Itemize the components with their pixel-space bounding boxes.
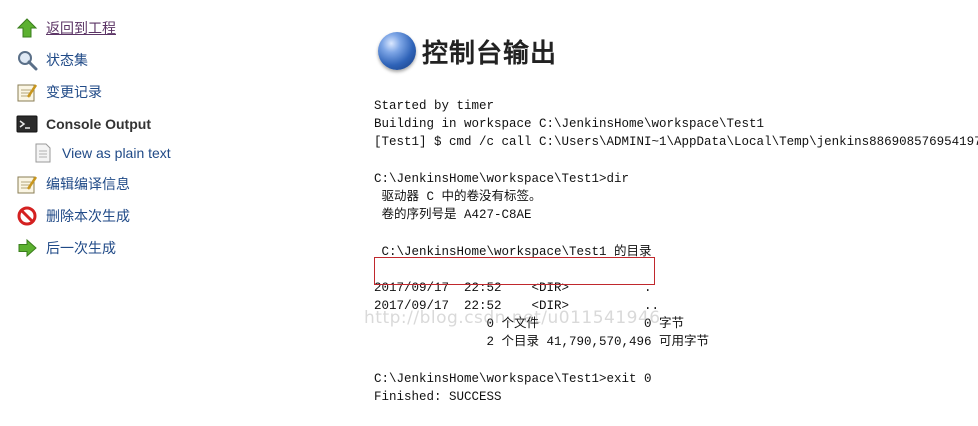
no-entry-icon [16,205,38,227]
main-panel: 控制台输出 Started by timer Building in works… [352,0,978,426]
sidebar-item-label[interactable]: 编辑编译信息 [46,174,130,194]
watermark: http://blog.csdn.net/u011541946 [364,308,661,328]
console-line: 驱动器 C 中的卷没有标签。 [374,189,542,204]
sidebar-item-label[interactable]: View as plain text [62,145,171,161]
sidebar-item-label[interactable]: 删除本次生成 [46,206,130,226]
console-line: C:\JenkinsHome\workspace\Test1>exit 0 [374,371,652,386]
sidebar: 返回到工程 状态集 变更记录 Console Output View as pl… [0,0,330,426]
console-line: Building in workspace C:\JenkinsHome\wor… [374,117,765,132]
terminal-icon [16,113,38,135]
sidebar-item-label[interactable]: 后一次生成 [46,238,116,258]
sidebar-item-view-plain-text[interactable]: View as plain text [32,141,171,165]
page-title: 控制台输出 [422,37,558,68]
sidebar-item-label[interactable]: 状态集 [46,50,88,70]
status-orb-icon [378,32,416,70]
sidebar-item-back-to-project[interactable]: 返回到工程 [16,16,116,40]
magnifier-icon [16,49,38,71]
sidebar-item-label[interactable]: Console Output [46,116,151,132]
sidebar-item-changes[interactable]: 变更记录 [16,80,102,104]
sidebar-item-label[interactable]: 变更记录 [46,82,102,102]
highlight-box [374,257,655,285]
console-line: [Test1] $ cmd /c call C:\Users\ADMINI~1\… [374,135,978,150]
notepad-icon [16,81,38,103]
notepad-icon [16,173,38,195]
sidebar-item-next-build[interactable]: 后一次生成 [16,236,116,260]
sidebar-item-delete-build[interactable]: 删除本次生成 [16,204,130,228]
console-line: 卷的序列号是 A427-C8AE [374,208,532,223]
console-line: Finished: SUCCESS [374,390,502,404]
console-line: Started by timer [374,99,495,113]
sidebar-item-console-output[interactable]: Console Output [16,112,151,136]
console-line: 2 个目录 41,790,570,496 可用字节 [374,335,710,350]
console-line: C:\JenkinsHome\workspace\Test1>dir [374,171,630,186]
document-icon [32,142,54,164]
up-arrow-icon [16,17,38,39]
right-arrow-icon [16,237,38,259]
sidebar-item-label[interactable]: 返回到工程 [46,18,116,38]
page-header: 控制台输出 [378,32,557,70]
sidebar-item-edit-build-info[interactable]: 编辑编译信息 [16,172,130,196]
sidebar-item-status[interactable]: 状态集 [16,48,88,72]
console-output: Started by timer Building in workspace C… [364,97,978,406]
